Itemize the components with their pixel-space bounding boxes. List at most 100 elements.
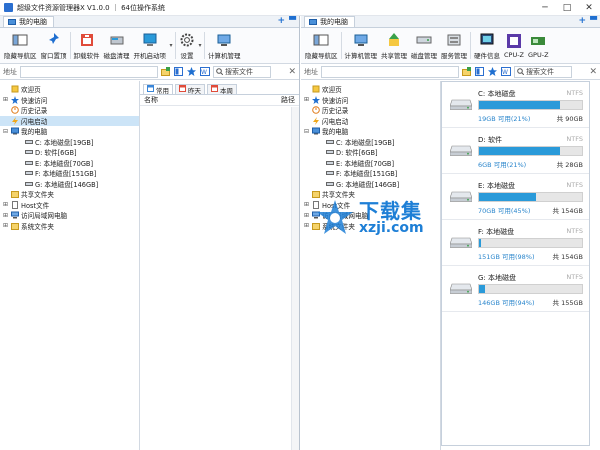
new-tab-icon[interactable]: + bbox=[278, 17, 286, 26]
expand-toggle-icon[interactable]: ⊞ bbox=[303, 201, 310, 208]
star-icon bbox=[312, 95, 320, 104]
view-toggle-icon[interactable] bbox=[475, 67, 484, 76]
tab-my-computer[interactable]: 我的电脑 bbox=[3, 16, 54, 27]
tree-item-label: 共享文件夹 bbox=[21, 191, 54, 200]
ribbon-button-disk-clean[interactable]: 磁盘清理 bbox=[102, 28, 132, 63]
star-icon bbox=[11, 95, 19, 104]
expand-toggle-icon[interactable]: ⊟ bbox=[303, 128, 310, 135]
drive-card[interactable]: D: 软件 NTFS 6GB 可用(21%) 共 28GB bbox=[442, 128, 589, 174]
clear-search-icon[interactable]: ✕ bbox=[288, 67, 296, 77]
expand-toggle-icon[interactable]: ⊞ bbox=[2, 201, 9, 208]
tree-item[interactable]: 历史记录 bbox=[0, 105, 139, 116]
new-tab-icon[interactable]: + bbox=[579, 17, 587, 26]
tree-item[interactable]: D: 软件[6GB] bbox=[301, 147, 440, 158]
ribbon-button-disk-manage[interactable]: 磁盘管理 bbox=[409, 28, 439, 63]
tree-item[interactable]: 闪电启动 bbox=[0, 115, 139, 126]
expand-toggle-icon[interactable]: ⊞ bbox=[2, 212, 9, 219]
tree-item[interactable]: 欢迎页 bbox=[0, 84, 139, 95]
ribbon-button-pin[interactable]: 窗口置顶 bbox=[39, 28, 69, 63]
left-nav-tree: 欢迎页 ⊞ 快速访问 历史记录 闪电启动 ⊟ 我的电脑 C: 本地磁盘[19GB] D: 软件[… bbox=[0, 81, 140, 450]
tree-item[interactable]: E: 本地磁盘[70GB] bbox=[0, 158, 139, 169]
tree-item[interactable]: F: 本地磁盘[151GB] bbox=[0, 168, 139, 179]
tree-item[interactable]: G: 本地磁盘[146GB] bbox=[0, 179, 139, 190]
clear-search-icon[interactable]: ✕ bbox=[589, 67, 597, 77]
ribbon-button-hide-nav[interactable]: 隐藏导航区 bbox=[303, 28, 340, 63]
tree-item[interactable]: ⊞ 快速访问 bbox=[301, 95, 440, 106]
minimize-button[interactable]: ─ bbox=[534, 0, 556, 16]
close-button[interactable]: ✕ bbox=[578, 0, 600, 16]
address-input[interactable] bbox=[321, 65, 459, 78]
drive-total-size: 共 90GB bbox=[556, 115, 583, 123]
tree-item[interactable]: E: 本地磁盘[70GB] bbox=[301, 158, 440, 169]
drive-card[interactable]: C: 本地磁盘 NTFS 19GB 可用(21%) 共 90GB bbox=[442, 82, 589, 128]
drive-icon bbox=[326, 169, 334, 177]
hide-nav-icon bbox=[313, 32, 329, 48]
ribbon-label: GPU-Z bbox=[528, 50, 549, 59]
ribbon-button-cpuz[interactable]: CPU-Z bbox=[502, 28, 526, 63]
file-tab[interactable]: 常用 bbox=[143, 84, 173, 95]
drive-icon bbox=[326, 138, 334, 146]
chevron-down-icon[interactable]: ▾ bbox=[197, 28, 203, 63]
ribbon-button-gear[interactable]: 设置 bbox=[177, 28, 197, 63]
tree-item[interactable]: ⊟ 我的电脑 bbox=[301, 126, 440, 137]
file-list-scrollbar[interactable] bbox=[291, 107, 299, 450]
tree-item[interactable]: F: 本地磁盘[151GB] bbox=[301, 168, 440, 179]
address-input[interactable] bbox=[20, 65, 158, 78]
ribbon-button-hardware-info[interactable]: 硬件信息 bbox=[472, 28, 502, 63]
expand-toggle-icon[interactable]: ⊞ bbox=[303, 96, 310, 103]
drive-free-space: 70GB 可用(45%) bbox=[478, 207, 531, 215]
tree-item[interactable]: 共享文件夹 bbox=[0, 189, 139, 200]
new-folder-icon[interactable] bbox=[161, 67, 170, 76]
tree-item[interactable]: ⊞ 快速访问 bbox=[0, 95, 139, 106]
history-icon bbox=[11, 106, 19, 115]
ribbon-button-startup[interactable]: 开机启动项 bbox=[132, 28, 169, 63]
ribbon-button-computer-manage[interactable]: 计算机管理 bbox=[206, 28, 243, 63]
column-path[interactable]: 路径 bbox=[281, 95, 295, 105]
drive-card[interactable]: G: 本地磁盘 NTFS 146GB 可用(94%) 共 155GB bbox=[442, 266, 589, 312]
tree-item[interactable]: ⊞ 访问局域网电脑 bbox=[0, 210, 139, 221]
expand-toggle-icon[interactable]: ⊞ bbox=[2, 96, 9, 103]
file-tab[interactable]: 昨天 bbox=[175, 84, 205, 95]
tree-item[interactable]: D: 软件[6GB] bbox=[0, 147, 139, 158]
tree-item[interactable]: 历史记录 bbox=[301, 105, 440, 116]
ribbon-button-service-manage[interactable]: 服务管理 bbox=[439, 28, 469, 63]
search-input[interactable]: 搜索文件 bbox=[213, 65, 271, 78]
view-toggle-icon[interactable] bbox=[174, 67, 183, 76]
tree-item[interactable]: 闪电启动 bbox=[301, 116, 440, 127]
expand-toggle-icon[interactable]: ⊞ bbox=[2, 222, 9, 229]
ribbon-label: 服务管理 bbox=[441, 51, 467, 60]
left-file-list: 常用 昨天 本周 名称 路径 bbox=[140, 81, 299, 450]
star-icon[interactable] bbox=[187, 67, 196, 76]
star-icon[interactable] bbox=[488, 67, 497, 76]
left-ribbon: 隐藏导航区 窗口置顶 卸载软件 磁盘清理 开机启动项 ▾ 设置 ▾ 计算机管理 bbox=[0, 28, 299, 64]
tree-item[interactable]: 欢迎页 bbox=[301, 84, 440, 95]
tree-item[interactable]: ⊞ 系统文件夹 bbox=[0, 221, 139, 232]
ribbon-button-computer-manage[interactable]: 计算机管理 bbox=[343, 28, 380, 63]
tab-my-computer[interactable]: 我的电脑 bbox=[304, 16, 355, 27]
search-input[interactable]: 搜索文件 bbox=[514, 65, 572, 78]
expand-toggle-icon[interactable]: ⊞ bbox=[303, 212, 310, 219]
ribbon-button-uninstall[interactable]: 卸载软件 bbox=[72, 28, 102, 63]
tab-list-icon[interactable]: ▀ bbox=[289, 17, 296, 26]
chevron-down-icon[interactable]: ▾ bbox=[168, 28, 174, 63]
expand-toggle-icon[interactable]: ⊟ bbox=[2, 128, 9, 135]
tree-item[interactable]: G: 本地磁盘[146GB] bbox=[301, 179, 440, 190]
web-icon[interactable]: W bbox=[501, 67, 511, 76]
ribbon-button-share-manage[interactable]: 共享管理 bbox=[379, 28, 409, 63]
new-folder-icon[interactable] bbox=[462, 67, 471, 76]
maximize-button[interactable]: □ bbox=[556, 0, 578, 16]
tab-list-icon[interactable]: ▀ bbox=[590, 17, 597, 26]
file-tab[interactable]: 本周 bbox=[207, 84, 237, 95]
web-icon[interactable]: W bbox=[200, 67, 210, 76]
ribbon-button-hide-nav[interactable]: 隐藏导航区 bbox=[2, 28, 39, 63]
tree-item[interactable]: C: 本地磁盘[19GB] bbox=[0, 137, 139, 148]
tree-item[interactable]: ⊟ 我的电脑 bbox=[0, 126, 139, 137]
ribbon-button-gpuz[interactable]: GPU-Z bbox=[526, 28, 551, 63]
tree-item-label: G: 本地磁盘[146GB] bbox=[336, 180, 400, 189]
expand-toggle-icon[interactable]: ⊞ bbox=[303, 222, 310, 229]
column-name[interactable]: 名称 bbox=[144, 95, 158, 105]
tree-item[interactable]: ⊞ Host文件 bbox=[0, 200, 139, 211]
ribbon-label: 隐藏导航区 bbox=[305, 51, 338, 60]
tree-item[interactable]: C: 本地磁盘[19GB] bbox=[301, 137, 440, 148]
